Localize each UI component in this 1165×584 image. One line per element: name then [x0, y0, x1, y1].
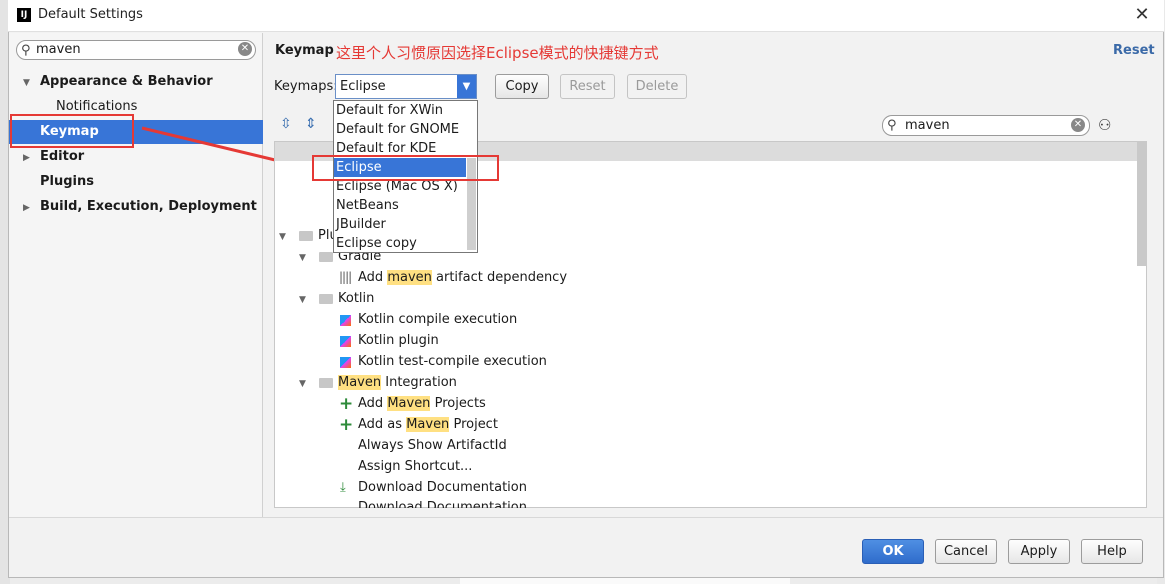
sidebar-item-build[interactable]: Build, Execution, Deployment — [40, 199, 257, 214]
tree-node-kotlin[interactable]: Kotlin — [338, 291, 374, 306]
search-highlight: Maven — [406, 417, 450, 432]
tree-item-text: Integration — [385, 375, 457, 390]
collapse-all-icon[interactable]: ⇕ — [305, 116, 317, 132]
expanded-arrow-icon[interactable]: ▼ — [299, 295, 306, 305]
keymaps-label: Keymaps: — [274, 79, 338, 94]
tree-item-assign-shortcut[interactable]: Assign Shortcut... — [358, 459, 472, 474]
sidebar-item-notifications[interactable]: Notifications — [56, 99, 137, 114]
expanded-arrow-icon[interactable]: ▼ — [279, 232, 286, 242]
tree-item-cut-off: Download Documentation — [358, 500, 527, 508]
download-icon: ⤓ — [340, 480, 346, 495]
dropdown-option-eclipse-copy[interactable]: Eclipse copy — [336, 236, 417, 251]
tree-item-text: Projects — [434, 396, 486, 411]
cancel-button[interactable]: Cancel — [935, 539, 997, 564]
search-highlight: Maven — [387, 396, 431, 411]
tree-item-add-maven-projects[interactable]: Add Maven Projects — [358, 396, 486, 411]
folder-icon — [319, 252, 333, 262]
tree-item-add-as-maven-project[interactable]: Add as Maven Project — [358, 417, 498, 432]
clear-search-icon[interactable]: ✕ — [238, 42, 252, 56]
sidebar-item-plugins[interactable]: Plugins — [40, 174, 94, 189]
search-highlight: maven — [387, 270, 432, 285]
reset-button[interactable]: Reset — [560, 74, 615, 99]
title-bar — [8, 0, 1164, 32]
keymap-highlight-box — [10, 114, 134, 148]
help-button[interactable]: Help — [1081, 539, 1143, 564]
folder-icon — [319, 378, 333, 388]
search-icon: ⚲ — [21, 43, 31, 58]
tree-item-kotlin-plugin[interactable]: Kotlin plugin — [358, 333, 439, 348]
tree-node-maven-integration[interactable]: Maven Integration — [338, 375, 457, 390]
tree-item-kotlin-compile[interactable]: Kotlin compile execution — [358, 312, 517, 327]
tree-item-text: Project — [453, 417, 498, 432]
gradle-icon: |||| — [339, 270, 352, 284]
tree-item-text: Add as — [358, 417, 403, 432]
search-highlight: Maven — [338, 375, 382, 390]
collapsed-arrow-icon[interactable]: ▶ — [23, 153, 30, 163]
tree-item-always-show-artifactid[interactable]: Always Show ArtifactId — [358, 438, 507, 453]
dropdown-option-eclipse-mac[interactable]: Eclipse (Mac OS X) — [336, 179, 458, 194]
expanded-arrow-icon[interactable]: ▼ — [299, 379, 306, 389]
dropdown-option-xwin[interactable]: Default for XWin — [336, 103, 443, 118]
folder-icon — [319, 294, 333, 304]
add-icon: + — [339, 394, 354, 414]
tree-item-text: Add — [358, 396, 384, 411]
expand-all-icon[interactable]: ⇳ — [280, 116, 292, 132]
tree-item-kotlin-test-compile[interactable]: Kotlin test-compile execution — [358, 354, 547, 369]
dropdown-option-kde[interactable]: Default for KDE — [336, 141, 436, 156]
intellij-icon: IJ — [17, 8, 31, 22]
kotlin-icon — [340, 336, 351, 347]
copy-button[interactable]: Copy — [495, 74, 549, 99]
page-title: Keymap — [275, 43, 334, 58]
chevron-down-icon[interactable]: ▼ — [457, 75, 476, 98]
ok-button[interactable]: OK — [862, 539, 924, 564]
apply-button[interactable]: Apply — [1008, 539, 1070, 564]
dropdown-option-netbeans[interactable]: NetBeans — [336, 198, 399, 213]
find-shortcut-icon[interactable]: ⚇ — [1098, 116, 1111, 134]
add-icon: + — [339, 415, 354, 435]
sidebar-item-appearance[interactable]: Appearance & Behavior — [40, 74, 213, 89]
folder-icon — [299, 231, 313, 241]
expanded-arrow-icon[interactable]: ▼ — [23, 78, 30, 88]
delete-button[interactable]: Delete — [627, 74, 687, 99]
action-search-value: maven — [905, 118, 950, 133]
kotlin-icon — [340, 357, 351, 368]
sidebar-item-editor[interactable]: Editor — [40, 149, 84, 164]
close-icon[interactable]: ✕ — [1132, 4, 1152, 26]
tree-item-download-documentation[interactable]: Download Documentation — [358, 480, 527, 495]
dropdown-option-gnome[interactable]: Default for GNOME — [336, 122, 459, 137]
expanded-arrow-icon[interactable]: ▼ — [299, 253, 306, 263]
collapsed-arrow-icon[interactable]: ▶ — [23, 203, 30, 213]
search-icon: ⚲ — [887, 118, 897, 133]
keymap-select-value: Eclipse — [340, 79, 386, 94]
eclipse-highlight-box — [312, 155, 499, 181]
window-title: Default Settings — [38, 7, 143, 22]
settings-search-value: maven — [36, 42, 81, 57]
dropdown-option-jbuilder[interactable]: JBuilder — [336, 217, 386, 232]
tree-item-text: artifact dependency — [436, 270, 568, 285]
kotlin-icon — [340, 315, 351, 326]
clear-search-icon[interactable]: ✕ — [1071, 118, 1085, 132]
tree-scrollbar[interactable] — [1137, 141, 1147, 266]
tree-item-add-maven-artifact[interactable]: Add maven artifact dependency — [358, 270, 567, 285]
tree-item-text: Add — [358, 270, 384, 285]
annotation-note: 这里个人习惯原因选择Eclipse模式的快捷键方式 — [336, 44, 659, 62]
reset-link[interactable]: Reset — [1113, 43, 1155, 58]
